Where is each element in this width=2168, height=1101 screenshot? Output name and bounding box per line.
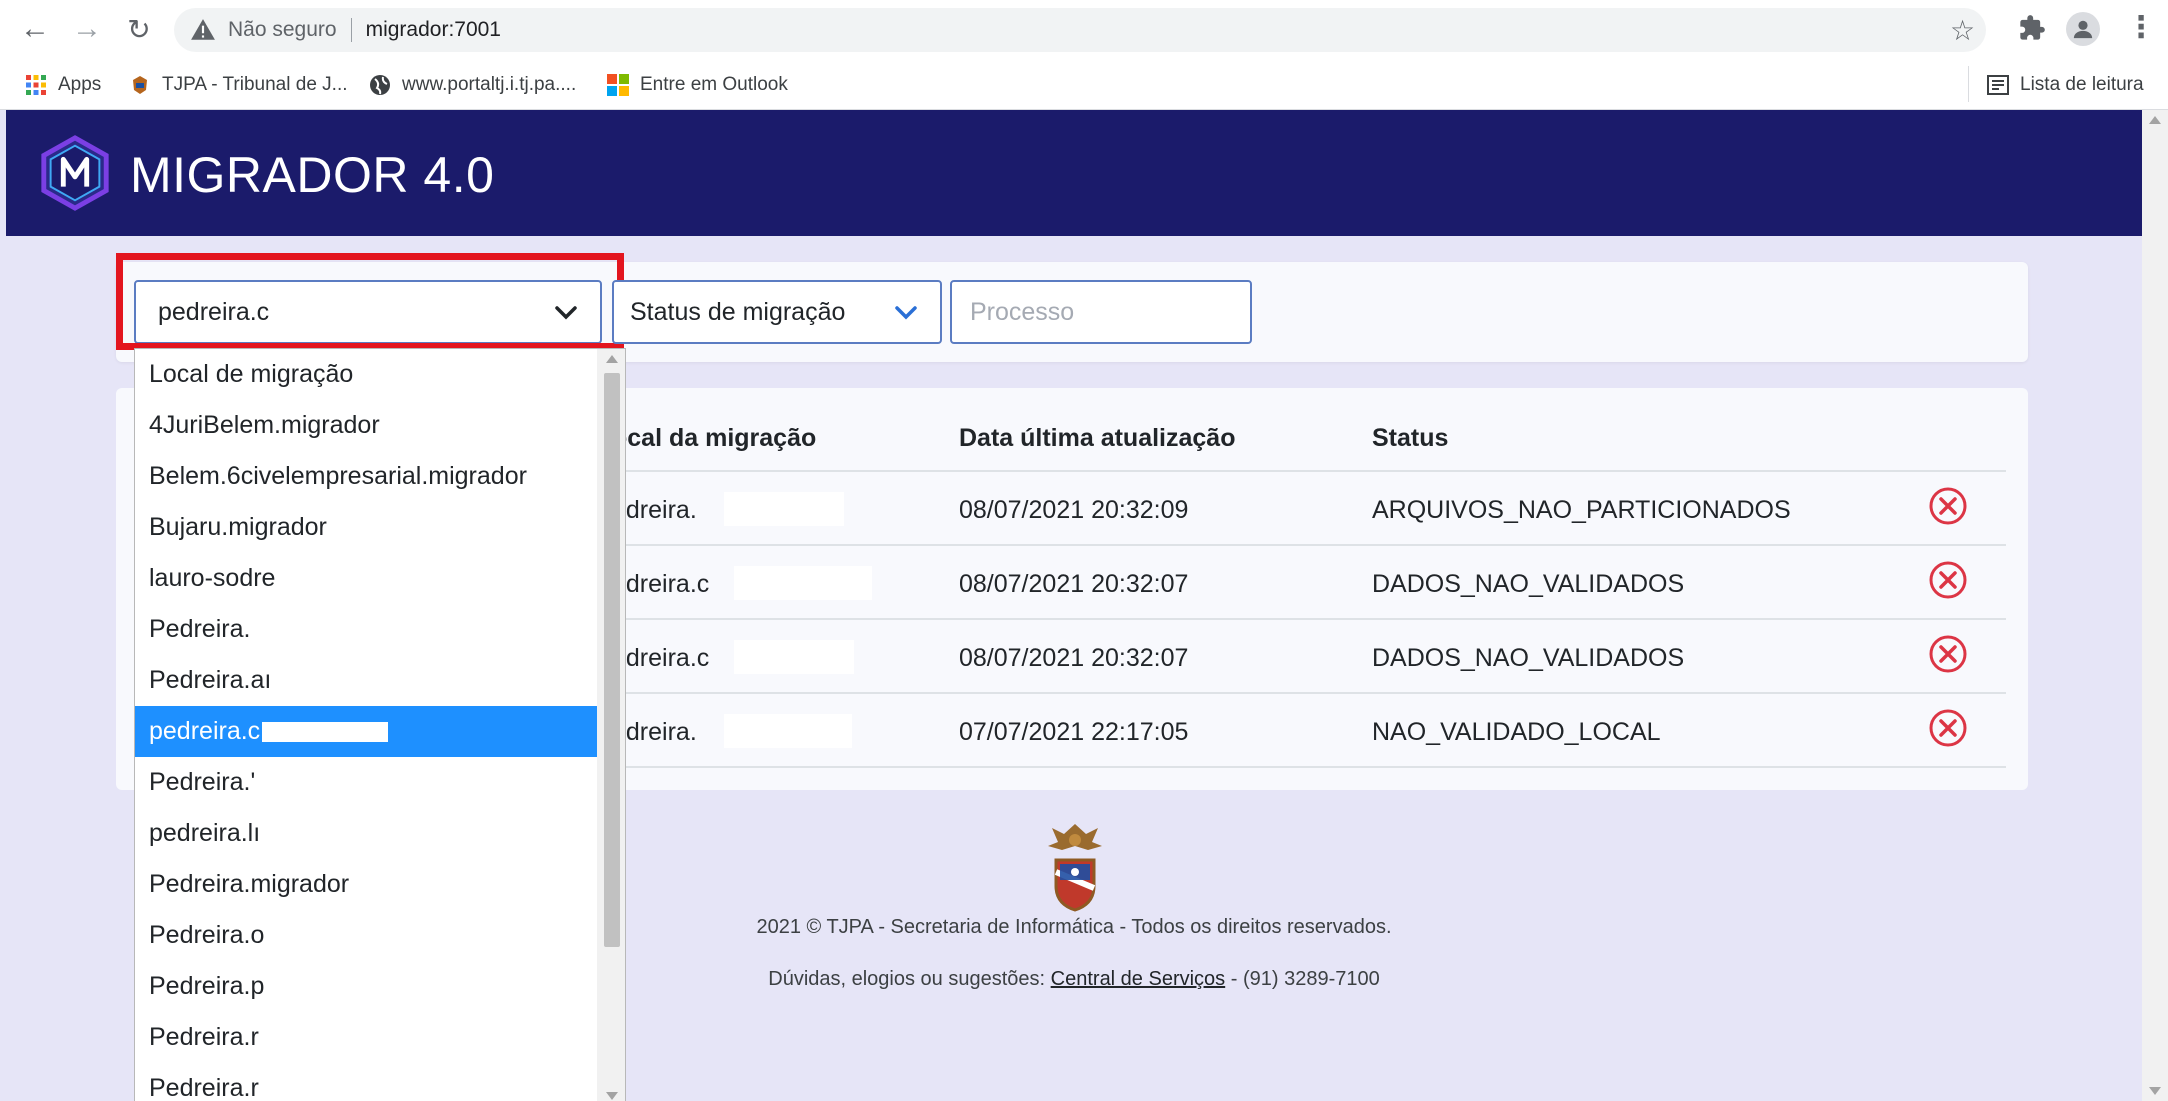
delete-x-icon[interactable] (1928, 560, 1968, 600)
redaction-mask (734, 640, 854, 674)
dropdown-scroll-thumb[interactable] (604, 373, 620, 947)
bookmark-star-icon[interactable]: ☆ (1950, 14, 1975, 47)
dropdown-option[interactable]: Local de migração (135, 349, 597, 400)
col-header-local[interactable]: ocal da migração (612, 424, 816, 453)
status-select-value: Status de migração (630, 297, 846, 326)
redaction-mask (734, 566, 872, 600)
migrador-logo-icon (41, 135, 109, 211)
globe-icon (368, 73, 392, 97)
dropdown-option[interactable]: Bujaru.migrador (135, 502, 597, 553)
bookmark-outlook[interactable]: Entre em Outlook (606, 70, 788, 100)
insecure-label[interactable]: Não seguro (228, 18, 337, 42)
bookmark-label: www.portaltj.i.tj.pa.... (402, 74, 577, 95)
dropdown-option[interactable]: Pedreira.r (135, 1012, 597, 1063)
extensions-puzzle-icon[interactable] (2018, 14, 2046, 49)
dropdown-option[interactable]: Pedreira. (135, 604, 597, 655)
page-content: MIGRADOR 4.0 ocal da migração Data últim… (6, 110, 2142, 1101)
dropdown-option[interactable]: pedreira.lı (135, 808, 597, 859)
bookmark-label: Apps (58, 74, 102, 95)
status-migracao-select[interactable]: Status de migração (612, 280, 942, 344)
bookmark-label: Entre em Outlook (640, 74, 788, 95)
tjpa-emblem-icon (1048, 824, 1102, 912)
back-icon[interactable]: ← (18, 12, 52, 46)
microsoft-icon (606, 73, 630, 97)
contact-suffix: - (91) 3289-7100 (1225, 968, 1380, 990)
scroll-down-arrow-icon[interactable] (606, 1092, 618, 1100)
row-3-date: 08/07/2021 20:32:07 (959, 644, 1189, 672)
tjpa-icon (128, 73, 152, 97)
redaction-mask (724, 714, 852, 748)
bookmark-tjpa[interactable]: TJPA - Tribunal de J... (128, 70, 348, 100)
row-2-date: 08/07/2021 20:32:07 (959, 570, 1189, 598)
delete-x-icon[interactable] (1928, 486, 1968, 526)
reading-list-icon (1986, 73, 2010, 97)
col-header-status[interactable]: Status (1372, 424, 1448, 453)
dropdown-option-label: pedreira.c (149, 717, 261, 745)
dropdown-option[interactable]: Belem.6civelempresarial.migrador (135, 451, 597, 502)
forward-icon[interactable]: → (70, 12, 104, 46)
app-header: MIGRADOR 4.0 (6, 110, 2142, 236)
browser-toolbar: ← → ↻ Não seguro migrador:7001 ☆ ⋮ (0, 0, 2168, 60)
reading-list[interactable]: Lista de leitura (1986, 70, 2144, 100)
url-text[interactable]: migrador:7001 (366, 18, 501, 42)
address-bar[interactable]: Não seguro migrador:7001 (174, 8, 1986, 52)
central-servicos-link[interactable]: Central de Serviços (1051, 968, 1226, 990)
bookmark-portal[interactable]: www.portaltj.i.tj.pa.... (368, 70, 576, 100)
reload-icon[interactable]: ↻ (122, 12, 156, 46)
scroll-up-arrow-icon[interactable] (2149, 116, 2161, 124)
browser-menu-icon[interactable]: ⋮ (2126, 10, 2156, 45)
row-2-local: edreira.c (612, 570, 710, 598)
profile-avatar-icon[interactable] (2066, 12, 2100, 46)
bookmark-apps[interactable]: Apps (24, 70, 101, 100)
col-header-date[interactable]: Data última atualização (959, 424, 1235, 453)
apps-grid-icon (24, 73, 48, 97)
bookmarks-divider (1968, 66, 1969, 102)
delete-x-icon[interactable] (1928, 634, 1968, 674)
row-2-status: DADOS_NAO_VALIDADOS (1372, 570, 1685, 598)
scroll-up-arrow-icon[interactable] (606, 355, 618, 363)
row-3-local: edreira.c (612, 644, 710, 672)
footer-contact: Dúvidas, elogios ou sugestões: Central d… (6, 968, 2142, 991)
row-1-status: ARQUIVOS_NAO_PARTICIONADOS (1372, 496, 1791, 524)
redaction-mask (262, 721, 389, 742)
highlight-annotation (116, 253, 624, 350)
app-title: MIGRADOR 4.0 (130, 147, 495, 203)
dropdown-option[interactable]: Pedreira.r (135, 1063, 597, 1101)
dropdown-option[interactable]: Pedreira.migrador (135, 859, 597, 910)
warning-icon (191, 19, 215, 40)
reading-list-label: Lista de leitura (2020, 74, 2144, 95)
row-3-status: DADOS_NAO_VALIDADOS (1372, 644, 1685, 672)
redaction-mask (724, 492, 844, 526)
dropdown-option[interactable]: Pedreira.' (135, 757, 597, 808)
omnibox-divider (350, 18, 352, 42)
bookmarks-bar: Apps TJPA - Tribunal de J... www.portalt… (0, 60, 2168, 110)
dropdown-option[interactable]: lauro-sodre (135, 553, 597, 604)
page-scrollbar[interactable] (2142, 110, 2168, 1101)
row-1-date: 08/07/2021 20:32:09 (959, 496, 1189, 524)
row-4-date: 07/07/2021 22:17:05 (959, 718, 1189, 746)
dropdown-option[interactable]: Pedreira.aı (135, 655, 597, 706)
scroll-down-arrow-icon[interactable] (2149, 1087, 2161, 1095)
dropdown-option[interactable]: 4JuriBelem.migrador (135, 400, 597, 451)
contact-prefix: Dúvidas, elogios ou sugestões: (768, 968, 1051, 990)
dropdown-option-selected[interactable]: pedreira.c (135, 706, 597, 757)
processo-input[interactable] (950, 280, 1252, 344)
row-4-status: NAO_VALIDADO_LOCAL (1372, 718, 1661, 746)
bookmark-label: TJPA - Tribunal de J... (162, 74, 348, 95)
chevron-down-icon (895, 306, 917, 320)
delete-x-icon[interactable] (1928, 708, 1968, 748)
footer-copyright: 2021 © TJPA - Secretaria de Informática … (756, 916, 1392, 938)
